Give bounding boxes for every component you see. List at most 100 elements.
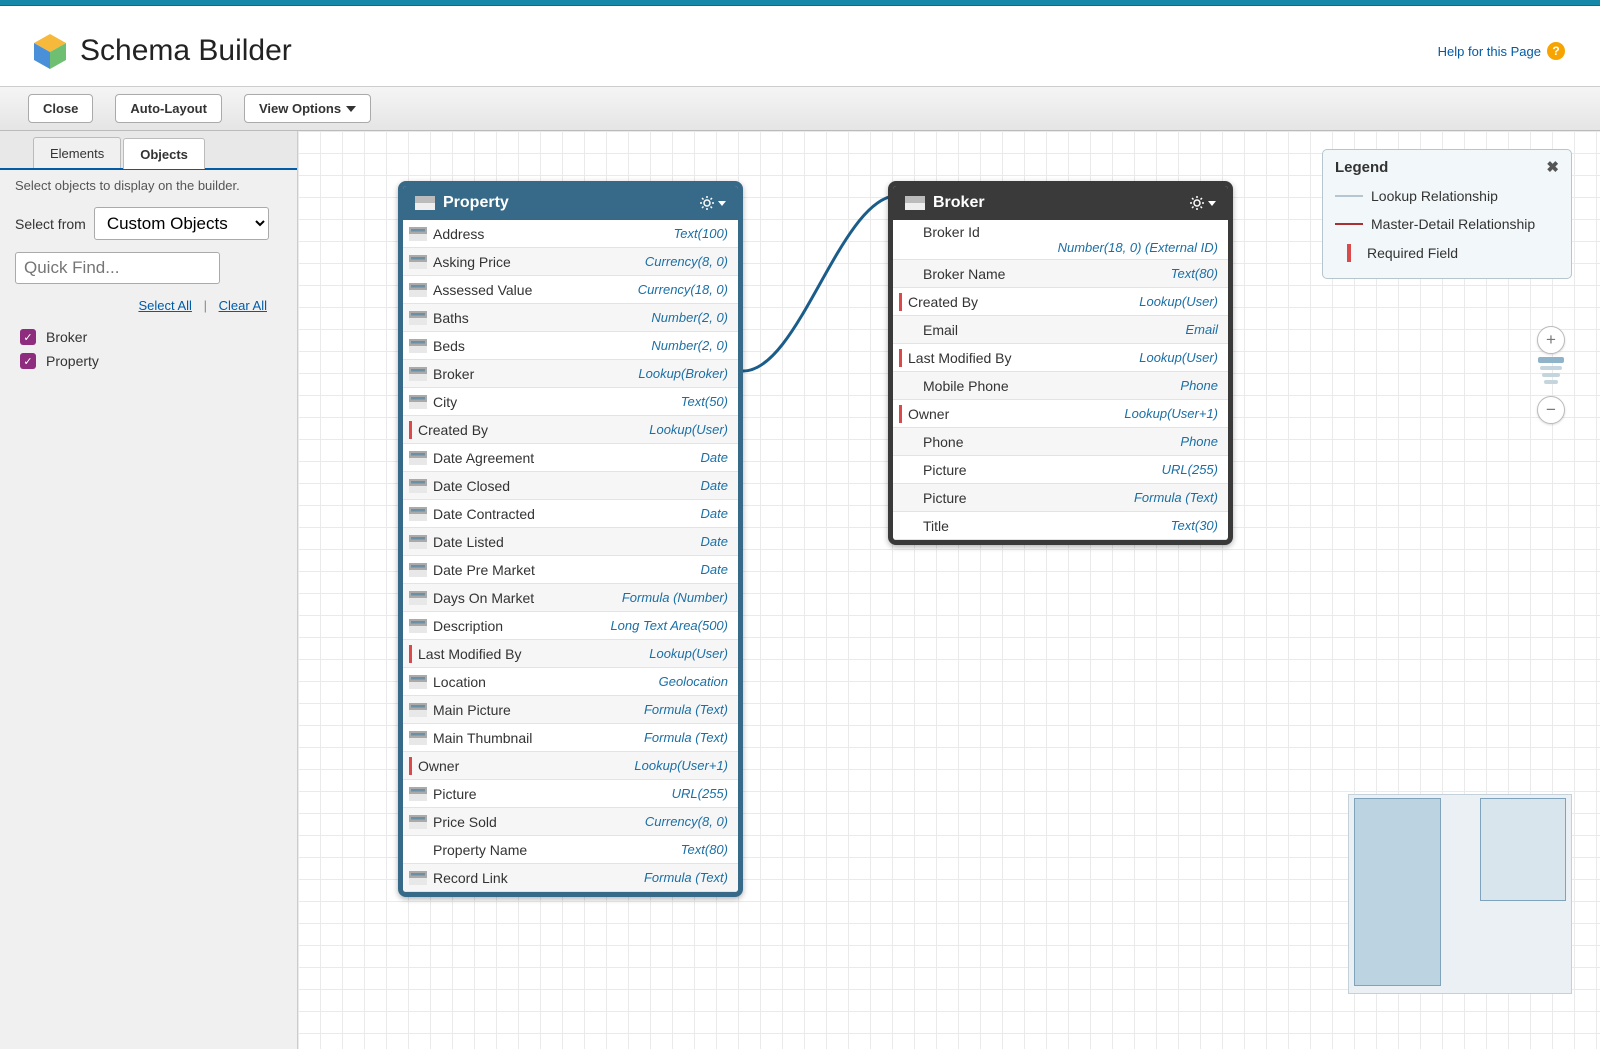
field-row[interactable]: Mobile PhonePhone	[893, 372, 1228, 400]
sidebar-instruction: Select objects to display on the builder…	[0, 170, 297, 201]
field-name: Address	[433, 226, 484, 242]
field-row[interactable]: DescriptionLong Text Area(500)	[403, 612, 738, 640]
object-header-property[interactable]: Property	[403, 186, 738, 220]
object-card-property[interactable]: Property AddressText(100)Asking PriceCur…	[398, 181, 743, 897]
select-all-link[interactable]: Select All	[138, 298, 191, 313]
field-name: Date Closed	[433, 478, 510, 494]
field-row[interactable]: Date ClosedDate	[403, 472, 738, 500]
zoom-in-button[interactable]: +	[1537, 326, 1565, 354]
field-row[interactable]: Price SoldCurrency(8, 0)	[403, 808, 738, 836]
field-row[interactable]: Property NameText(80)	[403, 836, 738, 864]
field-row[interactable]: Broker NameText(80)	[893, 260, 1228, 288]
field-name: Main Thumbnail	[433, 730, 532, 746]
caret-down-icon	[346, 106, 356, 112]
object-card-broker[interactable]: Broker Broker IdNumber(18, 0) (External …	[888, 181, 1233, 545]
checkbox-icon[interactable]: ✓	[20, 353, 36, 369]
minimap-object	[1354, 798, 1441, 986]
quick-find-input[interactable]	[15, 252, 220, 284]
field-row[interactable]: Main ThumbnailFormula (Text)	[403, 724, 738, 752]
toolbar: Close Auto-Layout View Options	[0, 86, 1600, 131]
zoom-level-bar[interactable]	[1544, 380, 1558, 384]
zoom-level-bar[interactable]	[1542, 373, 1560, 377]
field-type: Currency(18, 0)	[638, 282, 728, 297]
field-row[interactable]: PictureURL(255)	[403, 780, 738, 808]
field-type-icon	[409, 871, 427, 885]
field-type-icon	[409, 227, 427, 241]
field-row[interactable]: EmailEmail	[893, 316, 1228, 344]
field-type: Date	[701, 506, 728, 521]
field-type: Formula (Text)	[644, 702, 728, 717]
field-name: City	[433, 394, 457, 410]
object-gear-button[interactable]	[699, 195, 726, 211]
field-name: Date Contracted	[433, 506, 535, 522]
field-row[interactable]: AddressText(100)	[403, 220, 738, 248]
clear-all-link[interactable]: Clear All	[219, 298, 267, 313]
field-type: Lookup(User)	[649, 646, 728, 661]
object-gear-button[interactable]	[1189, 195, 1216, 211]
field-type: Email	[1185, 322, 1218, 337]
field-row[interactable]: Date Pre MarketDate	[403, 556, 738, 584]
legend-close-icon[interactable]: ✖	[1546, 158, 1559, 176]
field-row[interactable]: CityText(50)	[403, 388, 738, 416]
field-row[interactable]: OwnerLookup(User+1)	[403, 752, 738, 780]
zoom-out-button[interactable]: −	[1537, 396, 1565, 424]
field-row[interactable]: Date AgreementDate	[403, 444, 738, 472]
field-type-icon	[409, 255, 427, 269]
field-name: Baths	[433, 310, 469, 326]
field-name: Created By	[908, 294, 978, 310]
field-row[interactable]: TitleText(30)	[893, 512, 1228, 540]
object-list-item[interactable]: ✓ Broker	[20, 325, 277, 349]
zoom-level-bar[interactable]	[1538, 357, 1564, 363]
field-row[interactable]: BathsNumber(2, 0)	[403, 304, 738, 332]
field-row[interactable]: PictureFormula (Text)	[893, 484, 1228, 512]
field-row[interactable]: Main PictureFormula (Text)	[403, 696, 738, 724]
field-row[interactable]: Created ByLookup(User)	[893, 288, 1228, 316]
field-row[interactable]: Asking PriceCurrency(8, 0)	[403, 248, 738, 276]
field-name: Date Agreement	[433, 450, 534, 466]
field-row[interactable]: Last Modified ByLookup(User)	[893, 344, 1228, 372]
field-row[interactable]: Days On MarketFormula (Number)	[403, 584, 738, 612]
field-row[interactable]: Picture URL(255)	[893, 456, 1228, 484]
zoom-level-bar[interactable]	[1540, 366, 1562, 370]
field-row[interactable]: Date Contracted Date	[403, 500, 738, 528]
field-name: Picture	[923, 462, 967, 478]
view-options-button[interactable]: View Options	[244, 94, 371, 123]
field-row[interactable]: LocationGeolocation	[403, 668, 738, 696]
field-row[interactable]: OwnerLookup(User+1)	[893, 400, 1228, 428]
field-row[interactable]: BrokerLookup(Broker)	[403, 360, 738, 388]
help-link[interactable]: Help for this Page ?	[1438, 42, 1565, 60]
minimap[interactable]	[1348, 794, 1572, 994]
object-icon	[415, 196, 435, 210]
object-list-label: Broker	[46, 329, 87, 345]
field-row[interactable]: Record LinkFormula (Text)	[403, 864, 738, 892]
tab-elements[interactable]: Elements	[33, 137, 121, 168]
field-type: Currency(8, 0)	[645, 814, 728, 829]
field-row[interactable]: Created ByLookup(User)	[403, 416, 738, 444]
sidebar: Elements Objects Select objects to displ…	[0, 131, 298, 1049]
field-name: Title	[923, 518, 949, 534]
field-row[interactable]: BedsNumber(2, 0)	[403, 332, 738, 360]
field-type-icon	[409, 283, 427, 297]
field-type-icon	[409, 367, 427, 381]
field-row[interactable]: Assessed ValueCurrency(18, 0)	[403, 276, 738, 304]
select-clear-links: Select All | Clear All	[0, 290, 297, 323]
auto-layout-button[interactable]: Auto-Layout	[115, 94, 222, 123]
field-type: URL(255)	[1162, 462, 1218, 477]
schema-canvas[interactable]: Property AddressText(100)Asking PriceCur…	[298, 131, 1600, 1049]
field-row[interactable]: Last Modified ByLookup(User)	[403, 640, 738, 668]
checkbox-icon[interactable]: ✓	[20, 329, 36, 345]
master-line-icon	[1335, 223, 1363, 225]
close-button[interactable]: Close	[28, 94, 93, 123]
required-indicator-icon	[409, 757, 412, 775]
field-type: Formula (Text)	[644, 870, 728, 885]
field-row[interactable]: Broker IdNumber(18, 0) (External ID)	[893, 220, 1228, 260]
select-from-dropdown[interactable]: Custom Objects	[94, 207, 269, 240]
field-row[interactable]: Date ListedDate	[403, 528, 738, 556]
tab-objects[interactable]: Objects	[123, 138, 205, 169]
object-list-item[interactable]: ✓Property	[20, 349, 277, 373]
object-header-broker[interactable]: Broker	[893, 186, 1228, 220]
field-row[interactable]: PhonePhone	[893, 428, 1228, 456]
field-name: Date Pre Market	[433, 562, 535, 578]
field-name: Owner	[908, 406, 949, 422]
field-name: Property Name	[433, 842, 527, 858]
